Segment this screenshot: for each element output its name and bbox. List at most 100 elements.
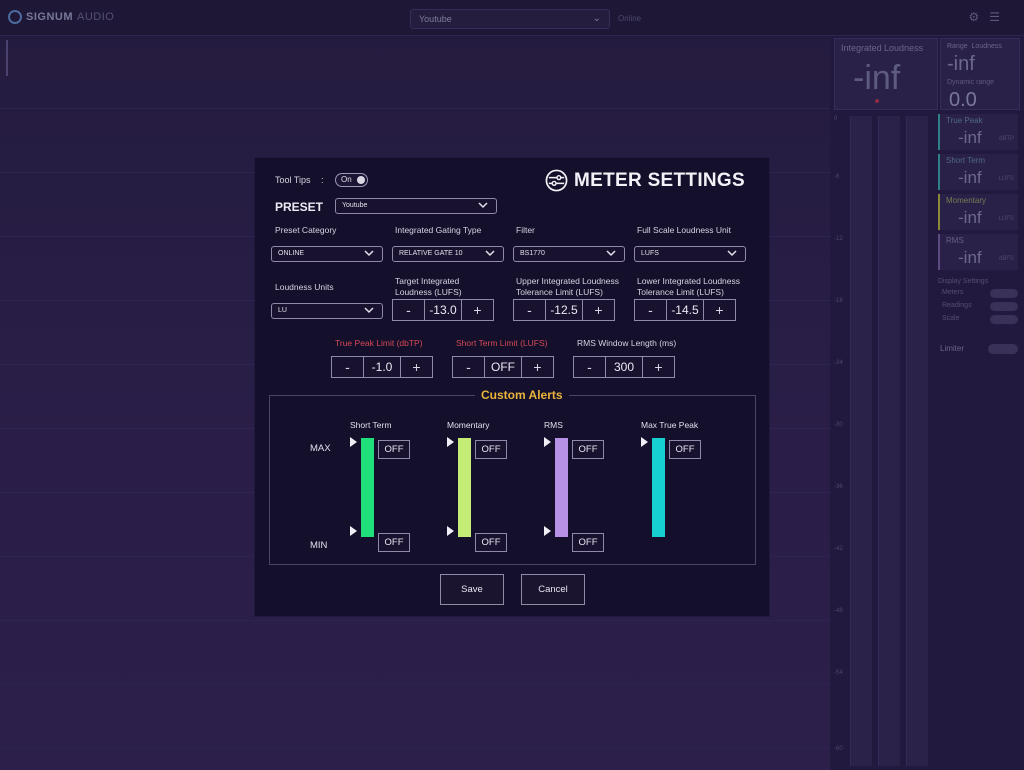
gating-type-select[interactable]: RELATIVE GATE 10 (392, 246, 504, 262)
custom-alerts-panel: Custom Alerts MAX MIN Short Term OFF OFF… (269, 388, 756, 565)
alert-rms-min-handle[interactable] (544, 526, 551, 536)
meter-bar (850, 116, 872, 766)
short-term-limit-value[interactable]: OFF (485, 357, 521, 377)
upper-tolerance-stepper: - -12.5 + (513, 299, 615, 321)
true-peak-limit-stepper: - -1.0 + (331, 356, 433, 378)
app-top-icons: ⚙ ☰ (968, 10, 1000, 24)
alert-momentary-label: Momentary (447, 420, 490, 430)
max-label: MAX (310, 443, 331, 454)
alert-momentary-min-handle[interactable] (447, 526, 454, 536)
chevron-down-icon (606, 250, 616, 257)
upper-tolerance-value[interactable]: -12.5 (546, 300, 582, 320)
rms-window-stepper: - 300 + (573, 356, 675, 378)
grid-line (0, 620, 830, 621)
meter-settings-dialog: Tool Tips : On METER SETTINGS PRESET You… (254, 157, 770, 617)
alert-momentary-min-button[interactable]: OFF (475, 533, 507, 552)
preset-select[interactable]: Youtube (335, 198, 497, 214)
target-integrated-value[interactable]: -13.0 (425, 300, 461, 320)
range-readout: Range Loudness -inf Dynamic range 0.0 (940, 38, 1020, 111)
reset-indicator[interactable] (875, 99, 879, 103)
full-scale-unit-select[interactable]: LUFS (634, 246, 746, 262)
target-integrated-decrement[interactable]: - (393, 300, 425, 320)
alert-short-term-max-button[interactable]: OFF (378, 440, 410, 459)
true-peak-limit-increment[interactable]: + (400, 357, 432, 377)
alert-short-term-min-handle[interactable] (350, 526, 357, 536)
short-term-limit-stepper: - OFF + (452, 356, 554, 378)
gating-type-label: Integrated Gating Type (395, 225, 482, 235)
display-meters-toggle[interactable] (990, 289, 1018, 298)
upper-tolerance-increment[interactable]: + (582, 300, 614, 320)
grid-line (0, 748, 830, 749)
upper-tolerance-label: Upper Integrated Loudness Tolerance Limi… (516, 276, 620, 297)
app-logo: SIGNUM AUDIO (8, 10, 114, 24)
chevron-down-icon (364, 250, 374, 257)
settings-icon[interactable]: ⚙ (968, 10, 979, 24)
custom-alerts-title: Custom Alerts (475, 388, 569, 402)
meter-bar (906, 116, 928, 766)
tooltips-toggle[interactable]: On (335, 173, 368, 187)
rms-window-increment[interactable]: + (642, 357, 674, 377)
menu-icon[interactable]: ☰ (989, 10, 1000, 24)
target-integrated-increment[interactable]: + (461, 300, 493, 320)
full-scale-unit-label: Full Scale Loudness Unit (637, 225, 732, 235)
app-preset-category: Online (618, 14, 642, 23)
target-integrated-label: Target Integrated Loudness (LUFS) (395, 276, 462, 297)
alert-momentary-max-handle[interactable] (447, 437, 454, 447)
rms-window-value[interactable]: 300 (606, 357, 642, 377)
side-meter-rms: RMS -inf dBFS (938, 234, 1018, 270)
alert-max-true-peak-handle[interactable] (641, 437, 648, 447)
save-button[interactable]: Save (440, 574, 504, 605)
true-peak-limit-value[interactable]: -1.0 (364, 357, 400, 377)
history-cursor (6, 40, 8, 76)
alert-momentary-max-button[interactable]: OFF (475, 440, 507, 459)
meter-settings-icon (545, 169, 568, 192)
true-peak-limit-label: True Peak Limit (dbTP) (335, 338, 423, 348)
alert-rms-bar (555, 438, 568, 537)
true-peak-limit-decrement[interactable]: - (332, 357, 364, 377)
display-scale-toggle[interactable] (990, 315, 1018, 324)
alert-short-term-label: Short Term (350, 420, 392, 430)
alert-rms-max-handle[interactable] (544, 437, 551, 447)
short-term-limit-label: Short Term Limit (LUFS) (456, 338, 548, 348)
alert-short-term-max-handle[interactable] (350, 437, 357, 447)
grid-line (0, 684, 830, 685)
logo-icon (8, 10, 22, 24)
rms-window-decrement[interactable]: - (574, 357, 606, 377)
min-label: MIN (310, 540, 328, 551)
preset-label: PRESET (275, 200, 324, 214)
limiter-row: Limiter (940, 344, 1018, 354)
alert-short-term-min-button[interactable]: OFF (378, 533, 410, 552)
chevron-down-icon (478, 202, 488, 209)
short-term-limit-increment[interactable]: + (521, 357, 553, 377)
preset-category-select[interactable]: ONLINE (271, 246, 383, 262)
lower-tolerance-stepper: - -14.5 + (634, 299, 736, 321)
app-preset-select[interactable]: Youtube ⌄ (410, 9, 610, 29)
loudness-units-select[interactable]: LU (271, 303, 383, 319)
short-term-limit-decrement[interactable]: - (453, 357, 485, 377)
lower-tolerance-value[interactable]: -14.5 (667, 300, 703, 320)
chevron-down-icon: ⌄ (592, 13, 601, 24)
filter-select[interactable]: BS1770 (513, 246, 625, 262)
alert-rms-min-button[interactable]: OFF (572, 533, 604, 552)
meter-scale: 0 -6 -12 -18 -24 -30 -36 -42 -48 -54 -60 (834, 116, 843, 752)
grid-line (0, 108, 830, 109)
alert-max-true-peak-label: Max True Peak (641, 420, 699, 430)
cancel-button[interactable]: Cancel (521, 574, 585, 605)
lower-tolerance-label: Lower Integrated Loudness Tolerance Limi… (637, 276, 741, 297)
side-meter-true-peak: True Peak -inf dBTP (938, 114, 1018, 150)
toggle-knob (357, 176, 365, 184)
lower-tolerance-increment[interactable]: + (703, 300, 735, 320)
tooltips-colon: : (321, 175, 324, 185)
lower-tolerance-decrement[interactable]: - (635, 300, 667, 320)
display-readings-toggle[interactable] (990, 302, 1018, 311)
tooltips-label: Tool Tips (275, 175, 311, 185)
alert-rms-max-button[interactable]: OFF (572, 440, 604, 459)
meter-bar (878, 116, 900, 766)
preset-category-label: Preset Category (275, 225, 337, 235)
limiter-toggle[interactable] (988, 344, 1018, 354)
alert-rms-label: RMS (544, 420, 563, 430)
rms-window-label: RMS Window Length (ms) (577, 338, 677, 348)
upper-tolerance-decrement[interactable]: - (514, 300, 546, 320)
app-top-bar: SIGNUM AUDIO Youtube ⌄ Online ⚙ ☰ (0, 0, 1024, 36)
alert-max-true-peak-button[interactable]: OFF (669, 440, 701, 459)
